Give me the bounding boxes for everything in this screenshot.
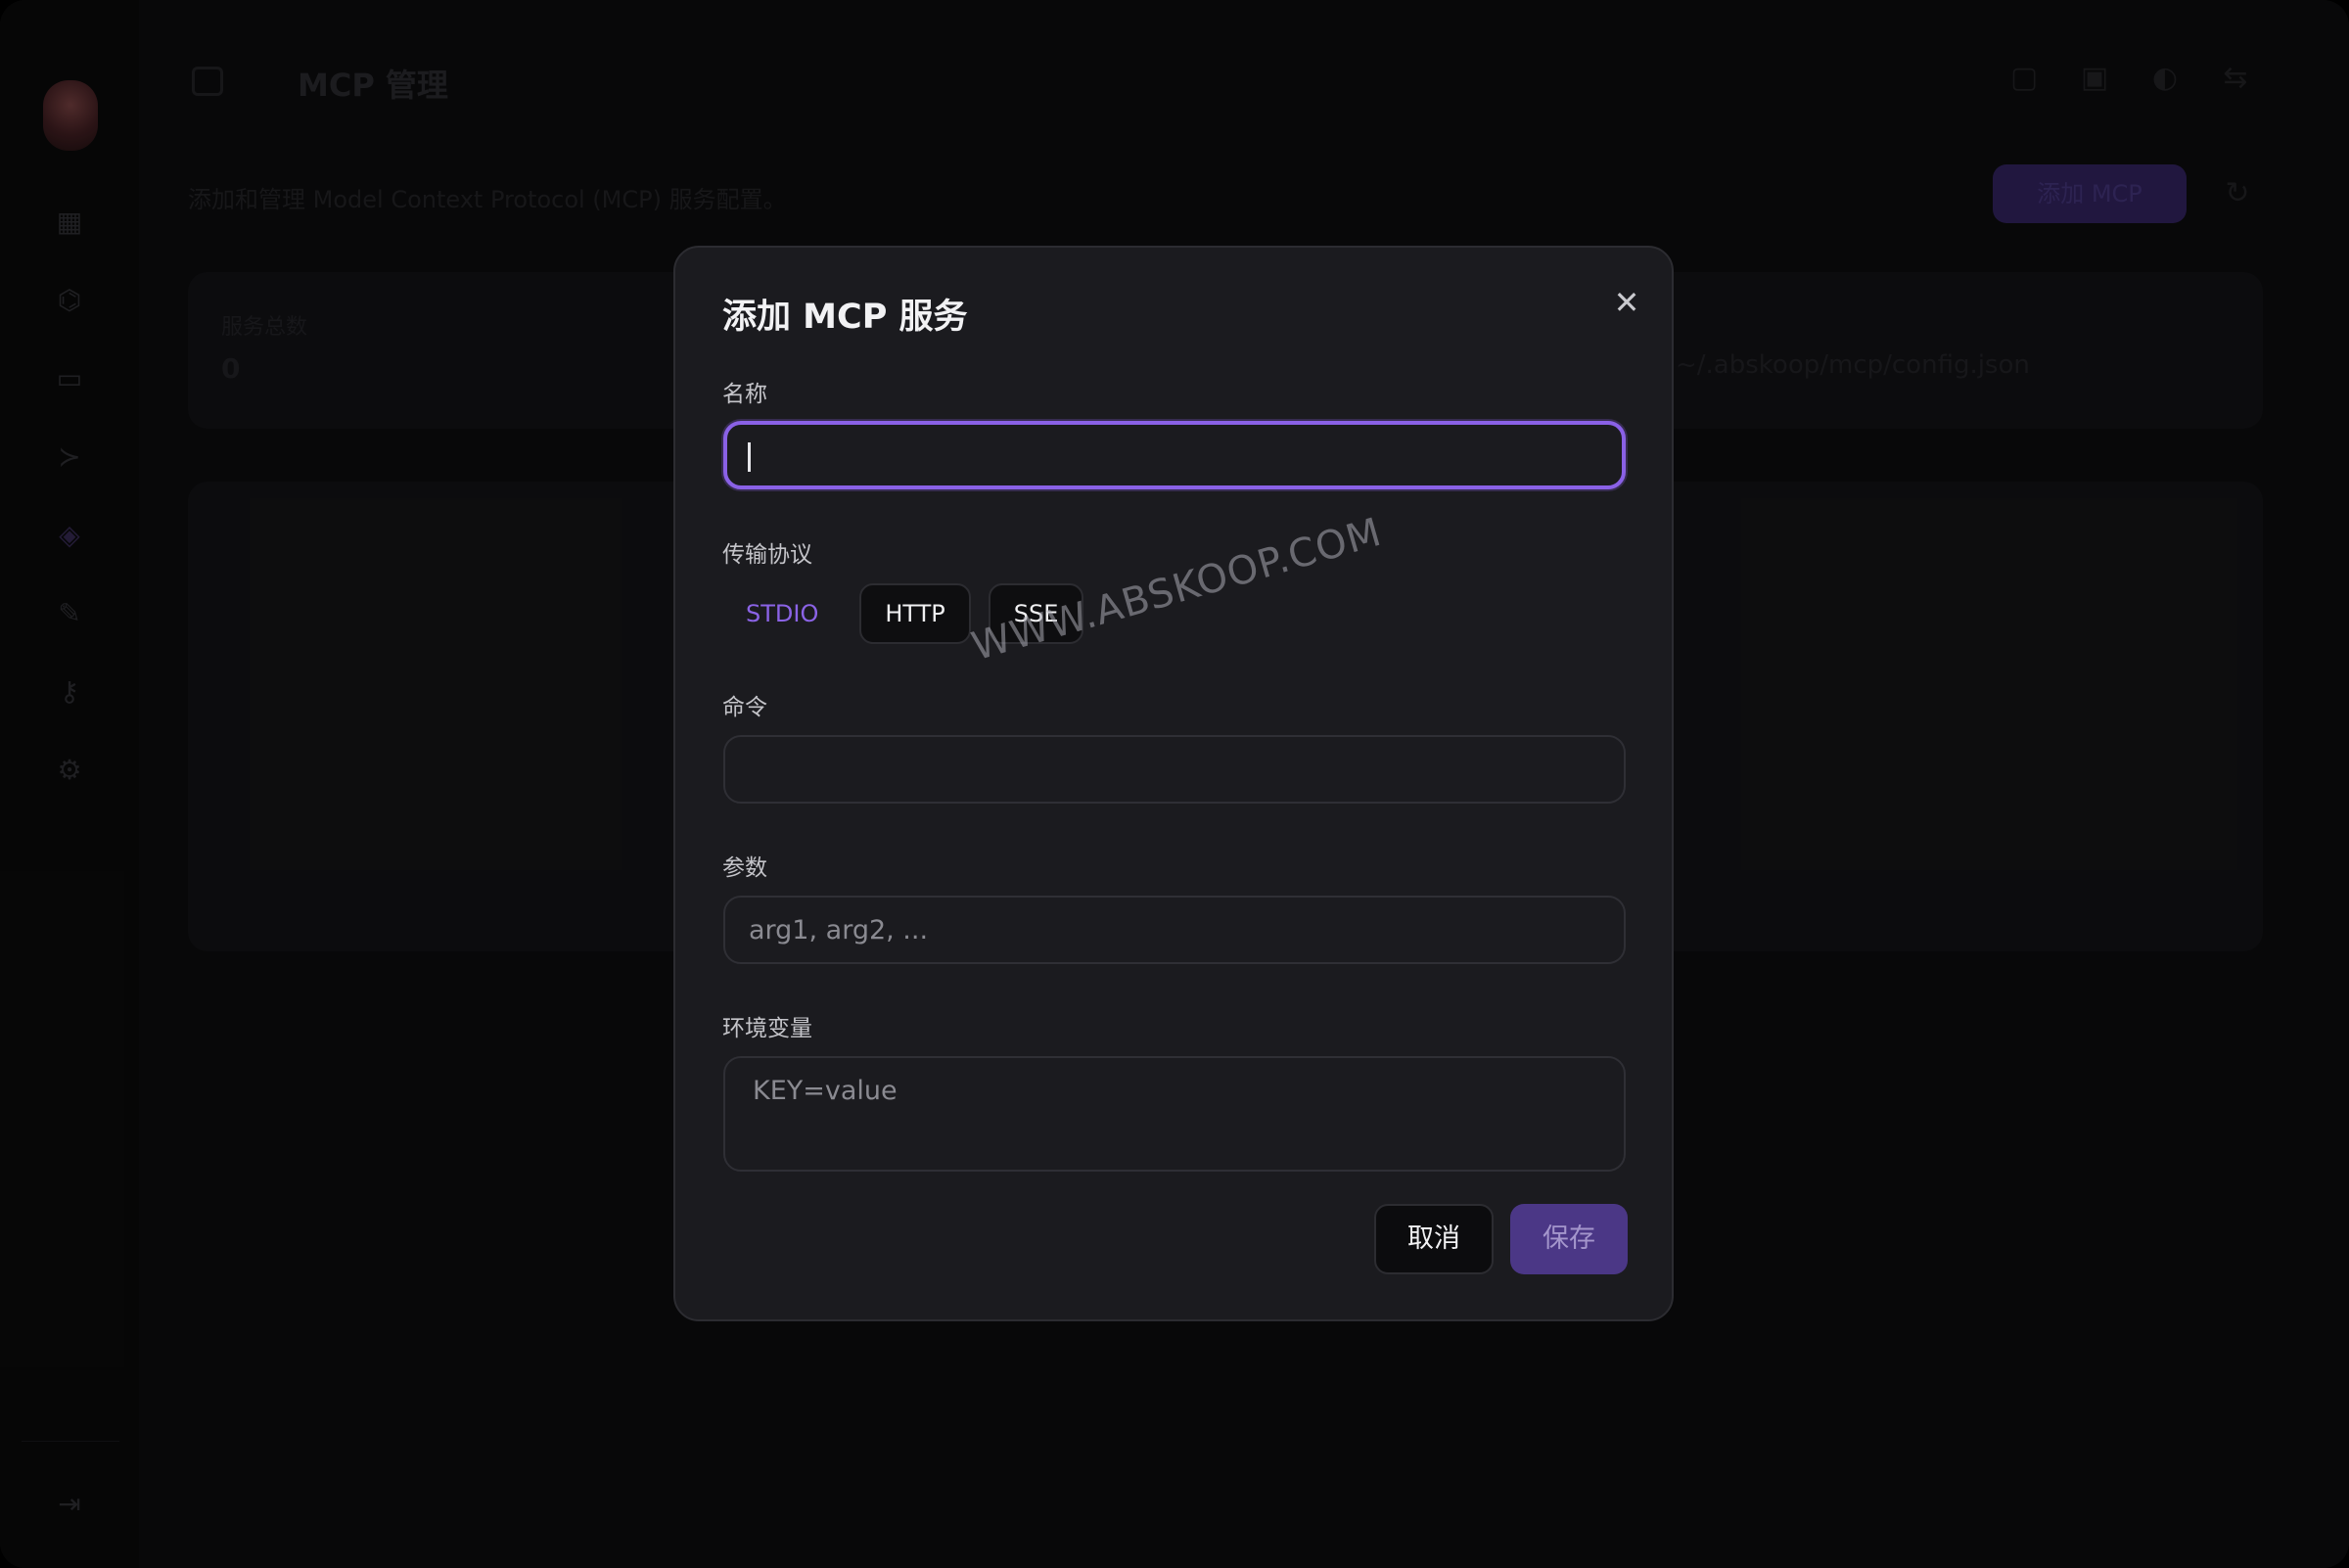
env-label: 环境变量 <box>722 1016 812 1041</box>
text-cursor <box>748 442 751 472</box>
close-icon[interactable]: ✕ <box>1607 283 1646 322</box>
command-label: 命令 <box>722 695 767 720</box>
protocol-stdio[interactable]: STDIO <box>722 583 842 644</box>
env-textarea[interactable] <box>723 1056 1626 1172</box>
dialog-title: 添加 MCP 服务 <box>722 298 968 337</box>
cancel-button[interactable]: 取消 <box>1374 1204 1494 1274</box>
name-label: 名称 <box>722 382 767 407</box>
app-window: ▦ ⌬ ▭ ≻ ◈ ✎ ⚷ ⚙ ⇥ MCP 管理 ▢ ▣ ◐ ⇆ 添加和管理 M… <box>0 0 2349 1568</box>
protocol-http[interactable]: HTTP <box>859 583 971 644</box>
name-input[interactable] <box>723 421 1626 489</box>
command-input[interactable] <box>723 735 1626 804</box>
protocol-label: 传输协议 <box>722 542 812 568</box>
args-label: 参数 <box>722 855 767 881</box>
args-input[interactable] <box>723 896 1626 964</box>
save-button[interactable]: 保存 <box>1510 1204 1628 1274</box>
add-mcp-dialog: 添加 MCP 服务 ✕ 名称 传输协议 STDIO HTTP SSE 命令 参数… <box>673 246 1674 1321</box>
